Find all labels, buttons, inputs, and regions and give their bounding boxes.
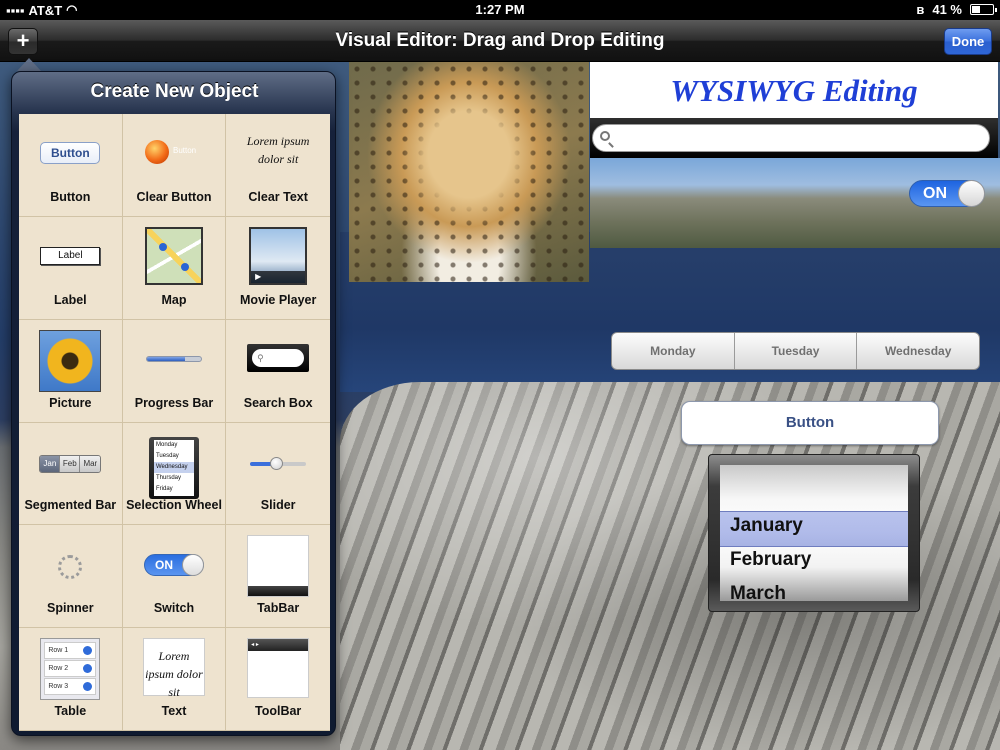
map-icon	[144, 226, 203, 285]
palette-item-toolbar[interactable]: ◂ ▸ ToolBar	[226, 628, 330, 731]
object-palette-grid: Button Button Button Clear Button Lorem …	[19, 114, 330, 731]
tabbar-preview	[247, 535, 310, 598]
palette-item-label: ToolBar	[255, 704, 302, 718]
palette-item-tabbar[interactable]: TabBar	[226, 525, 330, 629]
palette-item-spinner[interactable]: Spinner	[19, 525, 123, 629]
switch-knob	[958, 180, 985, 207]
palette-item-label: Button	[50, 189, 91, 204]
palette-item-clear-button[interactable]: Button Clear Button	[122, 114, 227, 217]
tab-bar-icon	[248, 586, 309, 597]
palette-item-label: Text	[161, 704, 187, 718]
tool-bar-icon: ◂ ▸	[248, 639, 309, 652]
segment-wednesday[interactable]: Wednesday	[857, 333, 979, 369]
search-box-preview: ⚲	[247, 343, 310, 372]
toolbar-preview: ◂ ▸	[247, 638, 310, 699]
disclosure-icon	[83, 664, 93, 674]
orb-icon	[144, 140, 169, 164]
palette-item-label: Segmented Bar	[24, 498, 117, 513]
switch-label: ON	[923, 185, 947, 202]
progress-bar-preview	[145, 355, 202, 362]
movie-player-icon: ▶	[249, 226, 308, 285]
wysiwyg-title-text[interactable]: WYSIWYG Editing	[590, 62, 998, 118]
palette-item-switch[interactable]: ON Switch	[122, 525, 227, 629]
palette-item-label: Clear Button	[136, 189, 212, 204]
segment-tuesday[interactable]: Tuesday	[735, 333, 858, 369]
search-input[interactable]	[592, 124, 990, 152]
palette-item-label: Slider	[260, 498, 296, 513]
status-bar: ▪▪▪▪ AT&T ◠ 1:27 PM ʙ 41 %	[0, 0, 1000, 20]
play-icon: ▶	[251, 270, 306, 283]
palette-item-text[interactable]: Lorem ipsum dolor sit Text	[122, 628, 227, 731]
text-preview: Lorem ipsum dolor sit	[142, 638, 205, 699]
palette-item-label: Label	[54, 292, 87, 307]
palette-item-label: Movie Player	[239, 292, 317, 307]
search-icon: ⚲	[252, 348, 305, 367]
palette-item-label: Progress Bar	[134, 395, 214, 410]
selection-wheel-preview: Monday Tuesday Wednesday Thursday Friday	[148, 436, 199, 499]
popover-arrow	[17, 58, 41, 71]
palette-item-label: Map	[161, 292, 187, 307]
canvas-button[interactable]: Button	[681, 401, 939, 445]
battery-icon	[970, 4, 997, 15]
battery-percent: 41 %	[932, 2, 962, 17]
palette-item-movie-player[interactable]: ▶ Movie Player	[226, 217, 330, 320]
switch-preview: ON	[143, 554, 204, 577]
status-time: 1:27 PM	[475, 2, 525, 17]
palette-item-segmented-bar[interactable]: Jan Feb Mar Segmented Bar	[19, 422, 123, 526]
popover-title: Create New Object	[90, 81, 259, 102]
done-button[interactable]: Done	[944, 28, 992, 55]
segment-monday[interactable]: Monday	[612, 333, 735, 369]
spinner-icon	[58, 555, 83, 580]
cheetah-picture[interactable]	[349, 62, 589, 282]
clear-text-preview: Lorem ipsum dolor sit	[246, 134, 310, 166]
palette-item-slider[interactable]: Slider	[226, 423, 330, 526]
wheel-item-march[interactable]: March	[720, 577, 908, 601]
palette-item-table[interactable]: Row 1 Row 2 Row 3 Table	[19, 628, 123, 731]
palette-item-label: Switch	[153, 601, 195, 616]
palette-item-label-object[interactable]: Label Label	[19, 216, 123, 320]
wheel-item-january[interactable]: January	[720, 509, 908, 543]
clear-button-preview: Button	[139, 138, 209, 168]
button-preview: Button	[40, 142, 101, 164]
disclosure-icon	[83, 646, 93, 656]
palette-item-button[interactable]: Button Button	[19, 114, 123, 217]
on-switch[interactable]: ON	[909, 180, 985, 207]
palette-item-clear-text[interactable]: Lorem ipsum dolor sit Clear Text	[226, 114, 330, 217]
search-icon	[600, 131, 610, 141]
month-selection-wheel[interactable]: January February March	[708, 454, 920, 612]
palette-item-label: Search Box	[243, 395, 313, 410]
slider-preview	[250, 456, 307, 470]
switch-knob	[181, 554, 204, 577]
label-preview: Label	[40, 246, 101, 265]
table-preview: Row 1 Row 2 Row 3	[40, 638, 101, 701]
navigation-bar: + Visual Editor: Drag and Drop Editing D…	[0, 20, 1000, 62]
palette-item-label: TabBar	[257, 601, 300, 616]
search-box[interactable]	[590, 118, 998, 158]
palette-item-label: Picture	[49, 395, 92, 410]
palette-item-picture[interactable]: Picture	[19, 319, 123, 423]
palette-item-map[interactable]: Map	[122, 216, 227, 320]
palette-item-search-box[interactable]: ⚲ Search Box	[226, 320, 330, 423]
palette-item-label: Spinner	[47, 601, 94, 616]
flower-picture-icon	[39, 329, 102, 392]
disclosure-icon	[83, 682, 93, 692]
create-object-popover: Create New Object Button Button Button C…	[11, 71, 336, 736]
wheel-item-february[interactable]: February	[720, 543, 908, 577]
palette-item-label: Selection Wheel	[126, 498, 222, 513]
palette-item-label: Clear Text	[248, 189, 308, 204]
slider-knob	[270, 456, 284, 470]
palette-item-progress-bar[interactable]: Progress Bar	[122, 319, 227, 423]
segmented-bar-preview: Jan Feb Mar	[39, 454, 102, 473]
bluetooth-icon: ʙ	[916, 2, 925, 17]
palette-item-selection-wheel[interactable]: Monday Tuesday Wednesday Thursday Friday…	[122, 422, 227, 526]
palette-item-label: Table	[54, 704, 87, 718]
day-segmented-bar[interactable]: Monday Tuesday Wednesday	[611, 332, 980, 370]
page-title: Visual Editor: Drag and Drop Editing	[335, 30, 665, 51]
